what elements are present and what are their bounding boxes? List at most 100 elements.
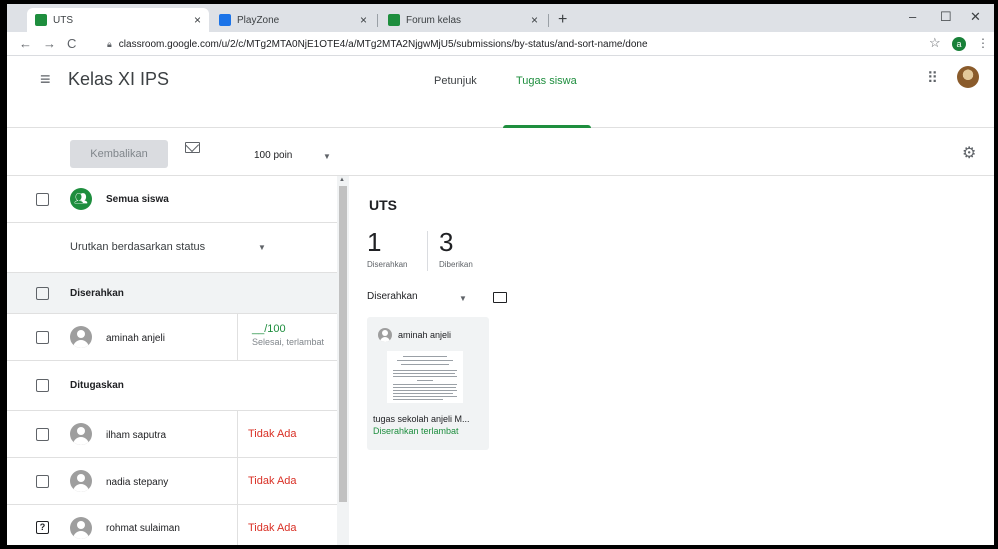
student-row[interactable]: aminah anjeli __/100 Selesai, terlambat [7,314,337,361]
assigned-label: Diberikan [439,260,473,269]
tab-bar: UTS × PlayZone × Forum kelas × + – ☐ ✕ [7,4,994,32]
address-bar: ← → C 🔒︎ classroom.google.com/u/2/c/MTg2… [7,32,994,56]
student-checkbox[interactable] [36,331,49,344]
chevron-down-icon[interactable]: ▼ [258,243,266,252]
roster-scrollbar[interactable]: ▲ [337,176,349,545]
sort-select[interactable]: Urutkan berdasarkan status [70,241,205,253]
avatar [70,326,92,348]
document-thumbnail[interactable] [387,351,463,403]
group-label: Ditugaskan [70,380,124,391]
reload-icon[interactable]: C [67,36,76,51]
submission-card[interactable]: aminah anjeli tugas sekolah anjeli M... … [367,317,489,450]
all-students-label: Semua siswa [106,194,169,205]
close-tab-icon[interactable]: × [194,13,201,27]
chevron-down-icon[interactable]: ▼ [323,152,331,161]
card-status: Diserahkan terlambat [373,426,459,436]
card-student-name: aminah anjeli [398,330,452,340]
submitted-label: Diserahkan [367,260,408,269]
submission-detail: UTS 1 Diserahkan 3 Diberikan Diserahkan … [349,176,994,545]
avatar [70,517,92,539]
points-select[interactable]: 100 poin [254,150,292,161]
missing-status: Tidak Ada [248,475,297,487]
settings-gear-icon[interactable]: ⚙ [962,143,976,163]
maximize-button[interactable]: ☐ [940,9,952,25]
lock-icon: 🔒︎ [107,38,112,49]
student-name: nadia stepany [106,477,169,488]
submission-filter-select[interactable]: Diserahkan [367,291,418,302]
cursor-help-icon[interactable]: ? [36,521,49,534]
tab-title: PlayZone [237,14,280,26]
bookmark-star-icon[interactable]: ☆ [929,35,941,51]
group-checkbox[interactable] [36,287,49,300]
close-tab-icon[interactable]: × [531,13,538,27]
tab-title: UTS [53,14,73,26]
playzone-favicon-icon [219,14,231,26]
all-students-row[interactable]: 👥︎ Semua siswa [7,176,337,223]
hamburger-menu-icon[interactable]: ≡ [40,69,51,90]
group-icon: 👥︎ [70,188,92,210]
grade-cell[interactable]: Tidak Ada [237,458,337,504]
tab-uts[interactable]: UTS × [27,8,209,32]
chevron-down-icon[interactable]: ▼ [459,294,467,303]
folder-icon[interactable] [493,292,507,303]
assigned-count: 3 [439,227,454,257]
grading-toolbar: Kembalikan 100 poin ▼ ⚙ [7,128,994,176]
profile-avatar[interactable]: a [952,37,966,51]
grade-status: Selesai, terlambat [252,337,325,347]
close-window-button[interactable]: ✕ [970,9,981,25]
app-header: ≡ Kelas XI IPS Petunjuk Tugas siswa ⠿ [7,56,994,128]
tab-separator [548,14,549,27]
assignment-title: UTS [369,197,397,213]
url-text: classroom.google.com/u/2/c/MTg2MTA0NjE1O… [118,38,648,50]
tab-forum-kelas[interactable]: Forum kelas × [380,8,546,32]
user-avatar[interactable] [957,66,979,88]
tab-title: Forum kelas [406,14,462,26]
student-row[interactable]: ilham saputra Tidak Ada [7,411,337,458]
grade-cell[interactable]: Tidak Ada [237,411,337,457]
missing-status: Tidak Ada [248,428,297,440]
minimize-button[interactable]: – [909,9,916,24]
tab-playzone[interactable]: PlayZone × [211,8,375,32]
student-name: rohmat sulaiman [106,523,180,534]
group-checkbox[interactable] [36,379,49,392]
submitted-count: 1 [367,227,382,257]
class-name[interactable]: Kelas XI IPS [68,69,169,90]
classroom-favicon-icon [35,14,47,26]
avatar [70,423,92,445]
sort-row[interactable]: Urutkan berdasarkan status ▼ [7,223,337,272]
student-checkbox[interactable] [36,475,49,488]
back-arrow-icon[interactable]: ← [19,36,32,51]
forward-arrow-icon[interactable]: → [43,36,56,51]
card-file-title: tugas sekolah anjeli M... [373,414,470,424]
apps-grid-icon[interactable]: ⠿ [927,69,938,87]
tab-petunjuk[interactable]: Petunjuk [434,75,477,87]
student-row[interactable]: nadia stepany Tidak Ada [7,458,337,505]
grade-cell[interactable]: __/100 Selesai, terlambat [237,314,337,360]
tab-separator [377,14,378,27]
close-tab-icon[interactable]: × [360,13,367,27]
url-field[interactable]: 🔒︎ classroom.google.com/u/2/c/MTg2MTA0Nj… [107,34,931,54]
select-all-checkbox[interactable] [36,193,49,206]
tab-tugas-siswa[interactable]: Tugas siswa [516,75,577,87]
student-name: ilham saputra [106,430,167,441]
group-header-assigned: Ditugaskan [7,361,337,411]
scrollbar-thumb[interactable] [339,186,347,502]
student-name: aminah anjeli [106,333,165,344]
classroom-favicon-icon [388,14,400,26]
browser-menu-icon[interactable]: ⋮ [977,36,989,50]
group-header-submitted: Diserahkan [7,272,337,314]
missing-status: Tidak Ada [248,522,297,534]
return-button[interactable]: Kembalikan [70,140,168,168]
avatar [70,470,92,492]
student-roster: 👥︎ Semua siswa Urutkan berdasarkan statu… [7,176,337,545]
avatar [378,328,392,342]
student-checkbox[interactable] [36,428,49,441]
scroll-up-icon[interactable]: ▲ [339,177,345,183]
new-tab-button[interactable]: + [558,11,567,29]
grade-value[interactable]: __/100 [252,323,286,335]
student-row[interactable]: ? rohmat sulaiman Tidak Ada [7,505,337,545]
divider [427,231,428,271]
group-label: Diserahkan [70,288,124,299]
email-icon[interactable] [185,142,200,153]
grade-cell[interactable]: Tidak Ada [237,505,337,545]
